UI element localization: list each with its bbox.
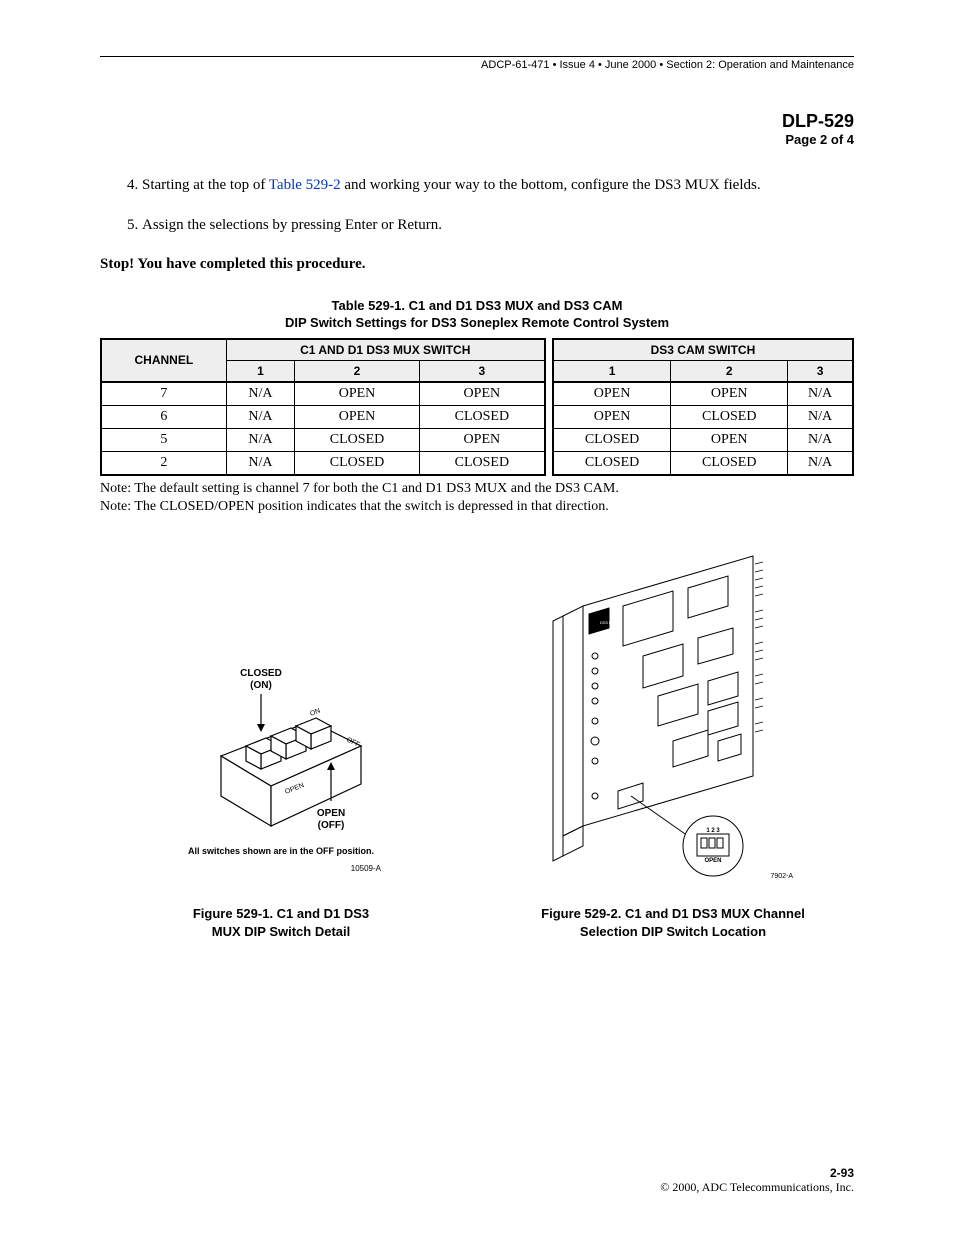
dlp-title: DLP-529 [100, 111, 854, 132]
table-title-2: DIP Switch Settings for DS3 Soneplex Rem… [285, 315, 669, 330]
th-mux-2: 2 [295, 360, 420, 382]
dip-open-label: OPEN [704, 858, 721, 864]
table-title: Table 529-1. C1 and D1 DS3 MUX and DS3 C… [100, 297, 854, 332]
procedure-steps: Starting at the top of Table 529-2 and w… [118, 175, 854, 236]
th-channel: CHANNEL [101, 339, 226, 382]
cell: OPEN [553, 382, 671, 406]
dip-switch-table: CHANNEL C1 AND D1 DS3 MUX SWITCH DS3 CAM… [100, 338, 854, 476]
figure-2-caption: Figure 529-2. C1 and D1 DS3 MUX Channel … [492, 905, 854, 940]
cell: N/A [788, 428, 853, 451]
fig1-cap-2: MUX DIP Switch Detail [212, 924, 350, 939]
step-4: Starting at the top of Table 529-2 and w… [142, 175, 854, 195]
table-row: 5 N/A CLOSED OPEN CLOSED OPEN N/A [101, 428, 853, 451]
cell: 7 [101, 382, 226, 406]
cell: CLOSED [419, 451, 545, 475]
fig2-cap-2: Selection DIP Switch Location [580, 924, 766, 939]
table-row: 7 N/A OPEN OPEN OPEN OPEN N/A [101, 382, 853, 406]
cell: CLOSED [671, 451, 788, 475]
dlp-page: Page 2 of 4 [100, 132, 854, 147]
th-cam: DS3 CAM SWITCH [553, 339, 853, 361]
figure-529-1: CLOSED (ON) OPEN (OFF) ON OFF OPEN All s… [100, 626, 462, 940]
board-label: DS3 MUX [600, 620, 618, 625]
figure-529-2: DS3 MUX 1 2 3 OPEN 7902-A Figure 529-2. … [492, 546, 854, 940]
fig1-cap-1: Figure 529-1. C1 and D1 DS3 [193, 906, 369, 921]
cell: 6 [101, 405, 226, 428]
fig1-note: All switches shown are in the OFF positi… [188, 846, 374, 856]
dip-nums: 1 2 3 [706, 828, 720, 834]
dip-switch-detail-illustration: CLOSED (ON) OPEN (OFF) ON OFF OPEN All s… [151, 626, 411, 886]
cell: N/A [788, 382, 853, 406]
cell: OPEN [295, 382, 420, 406]
cell: CLOSED [419, 405, 545, 428]
cell: CLOSED [671, 405, 788, 428]
cell: N/A [226, 428, 295, 451]
step-5: Assign the selections by pressing Enter … [142, 215, 854, 235]
figure-1-caption: Figure 529-1. C1 and D1 DS3 MUX DIP Swit… [100, 905, 462, 940]
rule-top [100, 56, 854, 57]
closed-label: CLOSED [240, 668, 282, 679]
cell: OPEN [419, 428, 545, 451]
cell: OPEN [553, 405, 671, 428]
table-529-2-link[interactable]: Table 529-2 [269, 177, 341, 193]
cell: OPEN [671, 428, 788, 451]
gap [545, 339, 553, 475]
th-cam-1: 1 [553, 360, 671, 382]
cell: 5 [101, 428, 226, 451]
cell: OPEN [671, 382, 788, 406]
running-header: ADCP-61-471 • Issue 4 • June 2000 • Sect… [100, 59, 854, 71]
cell: N/A [226, 405, 295, 428]
page-number: 2-93 [660, 1166, 854, 1180]
th-cam-2: 2 [671, 360, 788, 382]
page-footer: 2-93 © 2000, ADC Telecommunications, Inc… [660, 1166, 854, 1195]
step-4-pre: Starting at the top of [142, 177, 269, 193]
copyright: © 2000, ADC Telecommunications, Inc. [660, 1180, 854, 1195]
on-side-label: ON [309, 707, 321, 717]
cell: CLOSED [553, 451, 671, 475]
th-cam-3: 3 [788, 360, 853, 382]
table-row: 6 N/A OPEN CLOSED OPEN CLOSED N/A [101, 405, 853, 428]
open-label: OPEN [317, 808, 345, 819]
on-label: (ON) [250, 680, 272, 691]
note-2: Note: The CLOSED/OPEN position indicates… [100, 498, 854, 516]
th-mux-3: 3 [419, 360, 545, 382]
cell: N/A [226, 382, 295, 406]
cell: CLOSED [295, 451, 420, 475]
cell: 2 [101, 451, 226, 475]
dlp-heading: DLP-529 Page 2 of 4 [100, 111, 854, 147]
cell: OPEN [419, 382, 545, 406]
stop-line: Stop! You have completed this procedure. [100, 256, 854, 273]
th-mux-1: 1 [226, 360, 295, 382]
cell: CLOSED [295, 428, 420, 451]
cell: OPEN [295, 405, 420, 428]
cell: CLOSED [553, 428, 671, 451]
cell: N/A [788, 451, 853, 475]
fig2-cap-1: Figure 529-2. C1 and D1 DS3 MUX Channel [541, 906, 805, 921]
fig1-code: 10509-A [351, 864, 382, 873]
cell: N/A [788, 405, 853, 428]
table-row: 2 N/A CLOSED CLOSED CLOSED CLOSED N/A [101, 451, 853, 475]
cell: N/A [226, 451, 295, 475]
fig2-code: 7902-A [770, 873, 793, 880]
table-title-1: Table 529-1. C1 and D1 DS3 MUX and DS3 C… [332, 298, 623, 313]
th-mux: C1 AND D1 DS3 MUX SWITCH [226, 339, 545, 361]
off-label: (OFF) [318, 820, 345, 831]
note-1: Note: The default setting is channel 7 f… [100, 480, 854, 498]
pcb-illustration: DS3 MUX 1 2 3 OPEN 7902-A [523, 546, 823, 886]
table-notes: Note: The default setting is channel 7 f… [100, 480, 854, 516]
step-4-post: and working your way to the bottom, conf… [341, 177, 761, 193]
